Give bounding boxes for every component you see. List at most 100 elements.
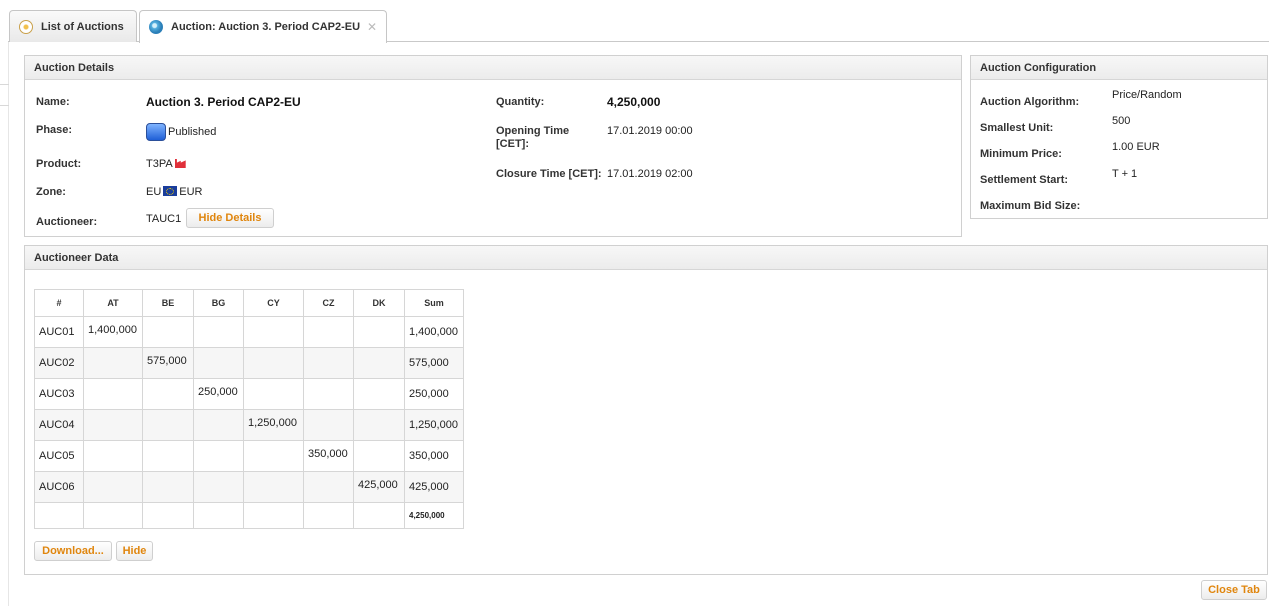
column-header-cy: CY	[243, 289, 304, 317]
zone-currency: EUR	[179, 186, 203, 198]
left-marker	[0, 84, 9, 106]
opening-time-label-unit: [CET]:	[496, 138, 529, 150]
config-value-minimum-price: 1.00 EUR	[1112, 141, 1160, 153]
total-sum: 4,250,000	[404, 502, 464, 529]
factory-icon	[174, 159, 186, 168]
cell-cz	[303, 378, 354, 410]
cell-cy: 1,250,000	[243, 409, 304, 441]
auctioneer-value: TAUC1	[146, 213, 182, 225]
zone-text: EU	[146, 186, 162, 198]
opening-time-value: 17.01.2019 00:00	[607, 125, 693, 137]
cell-cy	[243, 347, 304, 379]
product-label: Product:	[36, 158, 82, 170]
cell-bg	[193, 347, 244, 379]
cell-sum: 350,000	[404, 440, 464, 472]
table-row: AUC01 1,400,000 1,400,000	[34, 316, 464, 348]
tab-label: Auction: Auction 3. Period CAP2-EU	[171, 21, 361, 33]
cell-cy	[243, 378, 304, 410]
phase-text: Published	[168, 125, 217, 138]
download-button[interactable]: Download...	[34, 541, 112, 561]
cell-at	[83, 347, 143, 379]
table-header-row: # AT BE BG CY CZ DK Sum	[34, 289, 464, 317]
tab-bar: List of Auctions Auction: Auction 3. Per…	[0, 0, 1269, 43]
cell-dk	[353, 409, 405, 441]
cell-cy	[243, 440, 304, 472]
table-row: AUC06 425,000 425,000	[34, 471, 464, 503]
total-empty	[83, 502, 143, 529]
cell-dk: 425,000	[353, 471, 405, 503]
hide-button[interactable]: Hide	[116, 541, 153, 561]
eu-flag-icon	[163, 186, 178, 196]
cell-bg	[193, 440, 244, 472]
tab-list-of-auctions[interactable]: List of Auctions	[9, 10, 137, 42]
cell-at	[83, 409, 143, 441]
left-border	[8, 42, 9, 606]
quantity-label: Quantity:	[496, 96, 545, 108]
quantity-value: 4,250,000	[607, 95, 661, 109]
row-id: AUC06	[34, 471, 84, 503]
config-label-minimum-price: Minimum Price:	[980, 148, 1062, 160]
row-id: AUC02	[34, 347, 84, 379]
cell-be	[142, 409, 194, 441]
auctioneer-label: Auctioneer:	[36, 216, 98, 228]
table-total-row: 4,250,000	[34, 502, 464, 529]
total-empty	[243, 502, 304, 529]
cell-sum: 1,250,000	[404, 409, 464, 441]
zone-label: Zone:	[36, 186, 66, 198]
cell-be: 575,000	[142, 347, 194, 379]
cell-bg	[193, 409, 244, 441]
hide-details-button[interactable]: Hide Details	[186, 208, 274, 228]
cell-dk	[353, 316, 405, 348]
cell-at	[83, 471, 143, 503]
cell-dk	[353, 440, 405, 472]
cell-cy	[243, 316, 304, 348]
cell-be	[142, 471, 194, 503]
config-label-max-bid-size: Maximum Bid Size:	[980, 200, 1081, 212]
column-header-cz: CZ	[303, 289, 354, 317]
cell-cz: 350,000	[303, 440, 354, 472]
auctioneer-data-table: # AT BE BG CY CZ DK Sum AUC01 1,400,000 …	[34, 289, 464, 529]
cell-cz	[303, 316, 354, 348]
column-header-bg: BG	[193, 289, 244, 317]
cell-dk	[353, 347, 405, 379]
cell-at: 1,400,000	[83, 316, 143, 348]
cell-at	[83, 378, 143, 410]
closure-time-value: 17.01.2019 02:00	[607, 168, 693, 180]
cell-bg	[193, 316, 244, 348]
table-row: AUC02 575,000 575,000	[34, 347, 464, 379]
product-value: T3PA	[146, 158, 186, 170]
cell-bg	[193, 471, 244, 503]
config-value-smallest-unit: 500	[1112, 115, 1131, 127]
total-empty	[193, 502, 244, 529]
panel-header: Auction Configuration	[971, 56, 1267, 80]
row-id: AUC03	[34, 378, 84, 410]
zone-value: EU EUR	[146, 186, 203, 198]
row-id: AUC04	[34, 409, 84, 441]
column-header-sum: Sum	[404, 289, 464, 317]
product-text: T3PA	[146, 158, 173, 170]
total-empty	[34, 502, 84, 529]
panel-header: Auctioneer Data	[25, 246, 1267, 270]
column-header-at: AT	[83, 289, 143, 317]
column-header-index: #	[34, 289, 84, 317]
auction-name: Auction 3. Period CAP2-EU	[146, 95, 301, 109]
list-icon	[19, 19, 33, 34]
cell-sum: 1,400,000	[404, 316, 464, 348]
cell-cy	[243, 471, 304, 503]
cell-sum: 575,000	[404, 347, 464, 379]
cell-bg: 250,000	[193, 378, 244, 410]
config-label-algorithm: Auction Algorithm:	[980, 96, 1080, 108]
close-icon[interactable]: ✕	[367, 20, 377, 34]
table-row: AUC03 250,000 250,000	[34, 378, 464, 410]
table-row: AUC04 1,250,000 1,250,000	[34, 409, 464, 441]
cell-cz	[303, 471, 354, 503]
tab-auction-detail[interactable]: Auction: Auction 3. Period CAP2-EU ✕	[139, 10, 387, 43]
cell-cz	[303, 347, 354, 379]
column-header-be: BE	[142, 289, 194, 317]
cell-sum: 250,000	[404, 378, 464, 410]
config-value-settlement-start: T + 1	[1112, 168, 1138, 180]
cell-at	[83, 440, 143, 472]
opening-time-label: Opening Time	[496, 125, 570, 137]
close-tab-button[interactable]: Close Tab	[1201, 580, 1267, 600]
name-label: Name:	[36, 96, 70, 108]
